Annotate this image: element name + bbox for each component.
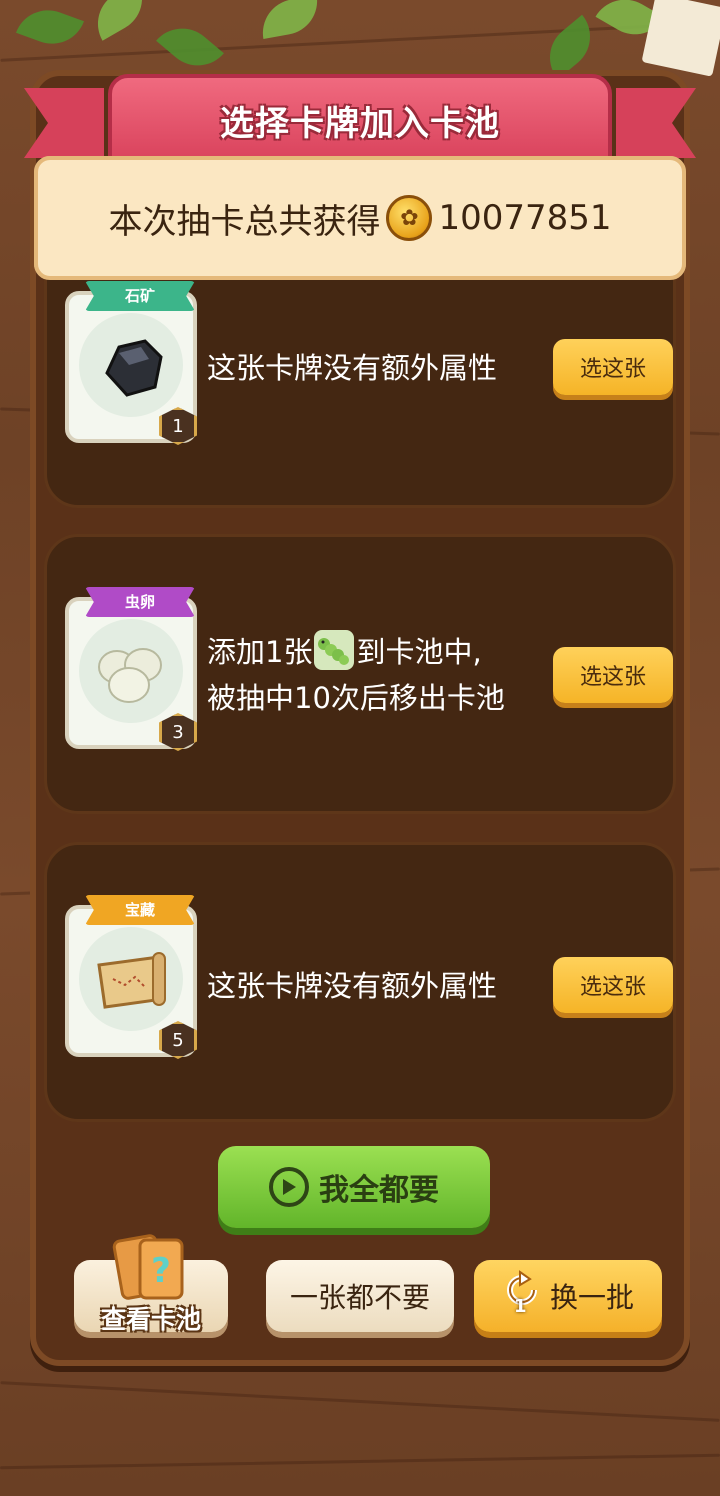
svg-text:?: ?	[151, 1251, 171, 1291]
select-card-button[interactable]: 选这张	[553, 647, 673, 703]
draw-total-box-overlay: 本次抽卡总共获得 ✿ 10077851	[34, 156, 686, 280]
take-all-button[interactable]: 我全都要	[218, 1146, 490, 1228]
refresh-count: 1	[513, 1296, 527, 1317]
treasure-map-icon	[79, 927, 183, 1031]
card-tag: 石矿	[85, 281, 195, 311]
insect-eggs-icon	[79, 619, 183, 723]
card[interactable]: 宝藏 5	[65, 895, 197, 1059]
card-tag: 宝藏	[85, 895, 195, 925]
wood-grain	[0, 1381, 720, 1422]
card-row: 虫卵 3 添加1张 到卡池中, 被抽中10次后移出卡池 选这张	[44, 534, 676, 814]
refresh-button[interactable]: 1 换一批	[474, 1260, 662, 1332]
stone-ore-icon	[79, 313, 183, 417]
refresh-label: 换一批	[549, 1281, 634, 1314]
wood-grain	[0, 1453, 720, 1470]
refresh-icon: 1	[502, 1270, 542, 1322]
select-card-button[interactable]: 选这张	[553, 957, 673, 1013]
paper-decoration	[641, 0, 720, 77]
take-none-button[interactable]: 一张都不要	[266, 1260, 454, 1332]
select-card-button[interactable]: 选这张	[553, 339, 673, 395]
card-row: 宝藏 5 这张卡牌没有额外属性 选这张	[44, 842, 676, 1122]
coin-icon: ✿	[386, 195, 433, 241]
card-tag: 虫卵	[85, 587, 195, 617]
card[interactable]: 石矿 1	[65, 281, 197, 445]
view-pool-label: 查看卡池	[100, 1305, 201, 1334]
leaf-decoration	[85, 0, 155, 41]
total-amount: 10077851	[438, 198, 612, 238]
leaf-decoration	[15, 0, 85, 54]
card[interactable]: 虫卵 3	[65, 587, 197, 751]
card-description: 这张卡牌没有额外属性	[207, 351, 498, 385]
take-all-label: 我全都要	[319, 1173, 439, 1208]
page-title: 选择卡牌加入卡池	[220, 104, 500, 144]
card-description: 这张卡牌没有额外属性	[207, 969, 498, 1003]
card-description: 添加1张 到卡池中, 被抽中10次后移出卡池	[207, 629, 505, 721]
play-icon	[269, 1167, 309, 1207]
leaf-decoration	[257, 0, 323, 39]
card-stack-icon: ?	[112, 1230, 192, 1310]
total-label: 本次抽卡总共获得	[108, 201, 381, 242]
caterpillar-icon	[314, 630, 355, 670]
